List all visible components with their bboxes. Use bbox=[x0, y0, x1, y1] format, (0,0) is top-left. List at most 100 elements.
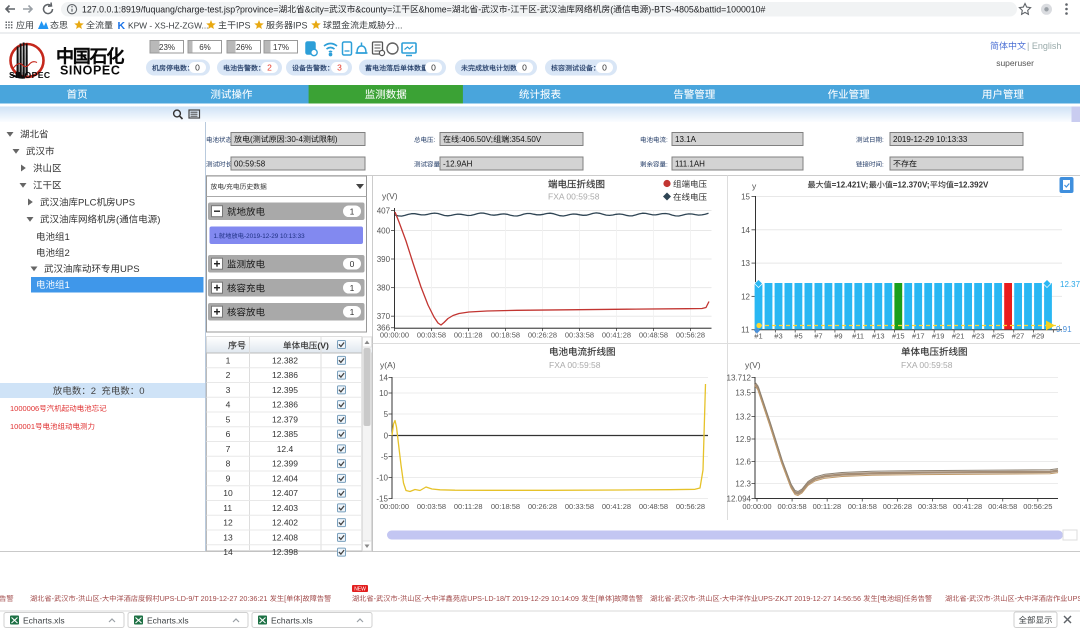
svg-text:-: - bbox=[508, 4, 511, 14]
svg-text:14: 14 bbox=[379, 374, 388, 383]
svg-text:#19: #19 bbox=[932, 332, 945, 341]
svg-text:00:11:28: 00:11:28 bbox=[454, 502, 483, 511]
svg-text:#27: #27 bbox=[1012, 332, 1025, 341]
svg-text:14: 14 bbox=[741, 226, 750, 235]
svg-text:12.385: 12.385 bbox=[272, 429, 298, 439]
svg-text:12.3: 12.3 bbox=[735, 480, 751, 489]
svg-text:13.1A: 13.1A bbox=[675, 135, 697, 144]
svg-text:FXA 00:59:58: FXA 00:59:58 bbox=[549, 360, 601, 370]
svg-text:&city=: &city= bbox=[305, 4, 329, 14]
svg-text:KPW - XS-HZ-ZGW...: KPW - XS-HZ-ZGW... bbox=[128, 20, 209, 30]
svg-text:SINOPEC: SINOPEC bbox=[60, 64, 120, 78]
svg-text:1: 1 bbox=[350, 207, 355, 217]
svg-text:0: 0 bbox=[602, 62, 607, 72]
svg-text:2: 2 bbox=[267, 62, 272, 72]
svg-text:-12.9AH: -12.9AH bbox=[443, 160, 473, 169]
svg-text:1.: 1. bbox=[214, 233, 220, 240]
svg-text:00:18:58: 00:18:58 bbox=[848, 502, 877, 511]
svg-text:00:56:25: 00:56:25 bbox=[1023, 502, 1052, 511]
svg-text:8: 8 bbox=[226, 459, 231, 469]
svg-text:#25: #25 bbox=[992, 332, 1005, 341]
svg-text:00:26:28: 00:26:28 bbox=[883, 502, 912, 511]
svg-text:12.403: 12.403 bbox=[272, 503, 298, 513]
svg-text:UPS: UPS bbox=[116, 198, 136, 209]
svg-text:00:41:28: 00:41:28 bbox=[953, 502, 982, 511]
svg-text:&home=: &home= bbox=[419, 4, 452, 14]
svg-text:127.0.0.1:8919/fuquang/charge-: 127.0.0.1:8919/fuquang/charge-test.jsp?p… bbox=[82, 4, 278, 14]
svg-text::: : bbox=[666, 162, 668, 169]
svg-text:9.91: 9.91 bbox=[1056, 325, 1072, 334]
svg-text:0: 0 bbox=[522, 62, 527, 72]
svg-text:#11: #11 bbox=[852, 332, 864, 341]
svg-text:1: 1 bbox=[350, 307, 355, 317]
svg-text:1: 1 bbox=[350, 283, 355, 293]
svg-text:(: ( bbox=[610, 4, 613, 14]
svg-text:13: 13 bbox=[223, 532, 233, 542]
svg-text:390: 390 bbox=[377, 255, 391, 264]
svg-text:#5: #5 bbox=[794, 332, 802, 341]
svg-text:2019-12-29 10:13:33: 2019-12-29 10:13:33 bbox=[893, 135, 968, 144]
svg-text:]: ] bbox=[612, 594, 614, 603]
svg-text:UPS-Z: UPS-Z bbox=[1067, 594, 1080, 603]
svg-text:1000006: 1000006 bbox=[10, 404, 39, 413]
svg-text:00:11:28: 00:11:28 bbox=[813, 502, 842, 511]
svg-text::: : bbox=[882, 137, 884, 144]
svg-text:12.382: 12.382 bbox=[272, 355, 298, 365]
svg-text:-5: -5 bbox=[381, 453, 389, 462]
svg-text:(V): (V) bbox=[317, 341, 329, 351]
svg-text:SINOPEC: SINOPEC bbox=[9, 70, 50, 80]
svg-text:12.379: 12.379 bbox=[272, 414, 298, 424]
svg-text:2: 2 bbox=[91, 386, 96, 397]
svg-text:12.37: 12.37 bbox=[1060, 280, 1080, 289]
svg-text:00:26:28: 00:26:28 bbox=[528, 331, 557, 340]
svg-text:111.1AH: 111.1AH bbox=[675, 160, 705, 169]
svg-text:=12.421V;: =12.421V; bbox=[832, 181, 869, 190]
svg-text:00:33:58: 00:33:58 bbox=[918, 502, 947, 511]
svg-text:00:03:58: 00:03:58 bbox=[417, 331, 446, 340]
svg-text:1: 1 bbox=[226, 355, 231, 365]
svg-text:K: K bbox=[118, 20, 126, 32]
svg-text:13.712: 13.712 bbox=[727, 374, 752, 383]
svg-text:00:48:58: 00:48:58 bbox=[988, 502, 1017, 511]
svg-text:0: 0 bbox=[431, 62, 436, 72]
svg-text:00:18:58: 00:18:58 bbox=[491, 502, 520, 511]
svg-text:(: ( bbox=[250, 135, 253, 144]
svg-text::: : bbox=[882, 162, 884, 169]
svg-text:UPS-LD-18/T 2019-12-29 10:14:0: UPS-LD-18/T 2019-12-29 10:14:09 bbox=[467, 594, 579, 603]
svg-text:#1: #1 bbox=[754, 332, 762, 341]
svg-text:23%: 23% bbox=[159, 43, 175, 52]
svg-text:00:56:28: 00:56:28 bbox=[676, 502, 705, 511]
svg-text:9: 9 bbox=[226, 473, 231, 483]
svg-text:| English: | English bbox=[1027, 41, 1061, 51]
svg-text:2: 2 bbox=[65, 248, 70, 259]
svg-text:00:56:28: 00:56:28 bbox=[676, 331, 705, 340]
svg-text:=12.370V;: =12.370V; bbox=[893, 181, 930, 190]
svg-text:#13: #13 bbox=[872, 332, 885, 341]
svg-text:5: 5 bbox=[384, 410, 389, 419]
svg-text:13.5: 13.5 bbox=[735, 389, 751, 398]
svg-text:00:00:00: 00:00:00 bbox=[380, 502, 409, 511]
svg-text:0: 0 bbox=[350, 259, 355, 269]
svg-text:00:48:58: 00:48:58 bbox=[639, 502, 668, 511]
svg-text:/: / bbox=[224, 184, 226, 191]
svg-text:NEW: NEW bbox=[354, 587, 366, 593]
svg-text:12.4: 12.4 bbox=[277, 444, 294, 454]
svg-text:&county=: &county= bbox=[355, 4, 392, 14]
svg-text:17%: 17% bbox=[273, 43, 289, 52]
svg-text:#15: #15 bbox=[892, 332, 905, 341]
svg-text:): ) bbox=[335, 135, 338, 144]
svg-text:12.398: 12.398 bbox=[272, 547, 298, 557]
svg-text:12: 12 bbox=[223, 518, 233, 528]
svg-text:FXA 00:59:58: FXA 00:59:58 bbox=[901, 360, 953, 370]
svg-text:13: 13 bbox=[741, 259, 750, 268]
svg-text:Echarts.xls: Echarts.xls bbox=[271, 616, 313, 626]
svg-text:PLC: PLC bbox=[78, 198, 97, 209]
svg-text:380: 380 bbox=[377, 284, 391, 293]
svg-text:10: 10 bbox=[223, 488, 233, 498]
svg-text:[: [ bbox=[284, 594, 286, 603]
svg-text:-: - bbox=[537, 4, 540, 14]
svg-text:#9: #9 bbox=[834, 332, 842, 341]
svg-text:#7: #7 bbox=[814, 332, 822, 341]
svg-text:10: 10 bbox=[379, 389, 388, 398]
svg-text:12: 12 bbox=[741, 292, 750, 301]
